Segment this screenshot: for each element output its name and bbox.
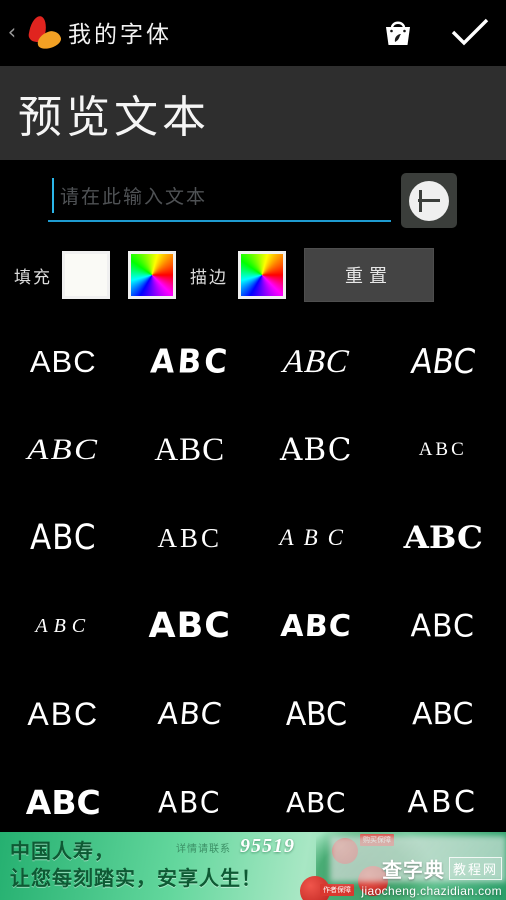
font-sample-cell[interactable]: ABC (123, 318, 256, 409)
text-caret (52, 178, 54, 213)
preview-text-header: 预览文本 (0, 66, 506, 160)
font-sample-cell[interactable]: ABC (0, 758, 127, 832)
checkmark-icon (451, 18, 489, 46)
font-sample-cell[interactable]: ABC (127, 755, 254, 832)
shop-button[interactable] (362, 0, 434, 64)
ad-contact-label: 详情请联系 (176, 844, 231, 855)
font-sample-cell[interactable]: ABC (251, 666, 381, 761)
app-root: ‹ 我的字体 预览文本 请在此输入文本 填充 描边 重置 ABC ABC ABC… (0, 0, 506, 900)
font-sample-cell[interactable]: ABC (0, 582, 127, 670)
font-sample-cell[interactable]: ABC (380, 406, 506, 494)
app-logo-icon (18, 12, 63, 52)
font-sample-cell[interactable]: ABC (251, 582, 382, 670)
font-sample-grid[interactable]: ABC ABC ABC ABC ABC ABC ABC ABC ABC ABC ABC ABC ABC A… (0, 318, 506, 832)
font-sample-cell[interactable]: ABC (380, 670, 506, 758)
font-sample-cell[interactable]: ABC (0, 406, 136, 494)
watermark-brand: 查字典 (381, 858, 445, 882)
top-app-bar: ‹ 我的字体 (0, 0, 506, 64)
watermark-section: 教程网 (448, 857, 502, 880)
font-sample-cell[interactable]: ABC (127, 494, 254, 582)
add-text-button[interactable] (401, 173, 457, 228)
font-sample-cell[interactable]: ABC (253, 494, 380, 582)
fill-color-swatch[interactable] (62, 251, 110, 299)
stroke-label: 描边 (190, 267, 228, 288)
reset-button[interactable]: 重置 (304, 248, 434, 302)
font-sample-cell[interactable]: ABC (127, 406, 254, 494)
confirm-button[interactable] (434, 0, 506, 64)
top-bar-actions (362, 0, 506, 64)
watermark-line: 查字典 教程网 (361, 854, 502, 883)
fill-label: 填充 (14, 267, 52, 288)
shopping-basket-icon (386, 21, 410, 45)
watermark-url: jiaocheng.chazidian.com (361, 884, 502, 898)
font-sample-cell[interactable]: ABC (0, 489, 127, 588)
font-sample-cell[interactable]: ABC (380, 758, 506, 832)
ad-phone-number: 95519 (240, 835, 295, 857)
ad-headline-line2: 让您每刻踏实，安享人生！ (10, 866, 262, 890)
font-sample-cell[interactable]: ABC (127, 582, 254, 670)
font-sample-cell[interactable]: ABC (253, 406, 380, 494)
font-sample-cell[interactable]: ABC (0, 318, 127, 406)
ad-banner[interactable]: 中国人寿， 让您每刻踏实，安享人生！ 详情请联系 95519 购买保障 作者保障… (0, 832, 506, 900)
plus-icon (409, 180, 449, 221)
font-sample-cell[interactable]: ABC (376, 494, 506, 582)
style-controls-row: 填充 描边 重置 (0, 244, 506, 306)
reset-button-label: 重置 (345, 266, 393, 287)
font-sample-cell[interactable]: ABC (248, 318, 384, 406)
stroke-gradient-swatch[interactable] (238, 251, 286, 299)
fill-gradient-swatch[interactable] (128, 251, 176, 299)
font-sample-cell[interactable]: ABC (373, 318, 506, 410)
ad-badge-secondary: 作者保障 (320, 884, 354, 896)
font-sample-cell[interactable]: ABC (123, 670, 257, 758)
font-sample-cell[interactable]: ABC (253, 758, 380, 832)
preview-text-placeholder: 请在此输入文本 (60, 186, 208, 208)
preview-text-label: 预览文本 (18, 92, 210, 143)
font-sample-cell[interactable]: ABC (380, 580, 506, 672)
preview-text-input[interactable]: 请在此输入文本 (48, 174, 391, 222)
page-title: 我的字体 (68, 22, 172, 48)
watermark: 查字典 教程网 jiaocheng.chazidian.com (361, 854, 502, 898)
font-sample-cell[interactable]: ABC (0, 670, 127, 758)
